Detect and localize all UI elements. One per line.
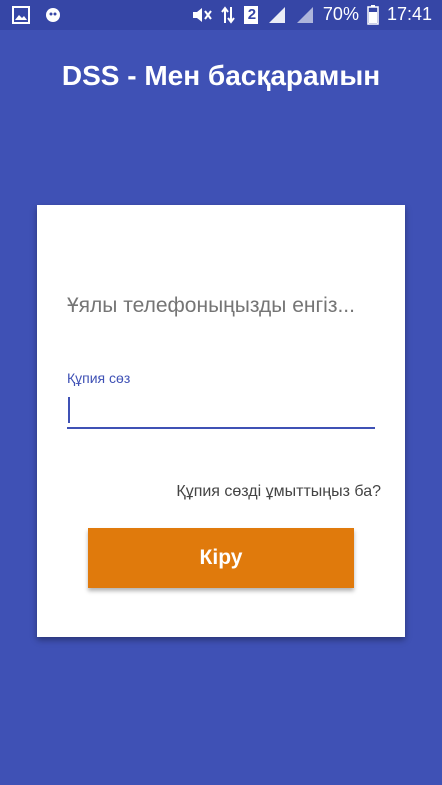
- battery-percent: 70%: [322, 4, 359, 24]
- gallery-icon: [12, 6, 30, 24]
- password-label: Құпия сөз: [67, 370, 131, 386]
- mute-icon: [191, 6, 213, 24]
- signal-icon-2: [295, 5, 315, 25]
- notification-icon: [44, 6, 64, 24]
- status-bar: 2 70% 17:41: [0, 0, 442, 30]
- sim-slot-number: 2: [247, 6, 257, 23]
- forgot-password-link[interactable]: Құпия сөзді ұмыттыңыз ба?: [176, 483, 381, 501]
- text-cursor: [68, 397, 70, 423]
- battery-icon: [367, 4, 379, 25]
- app-title: DSS - Мен басқарамын: [61, 60, 381, 91]
- login-button[interactable]: Кіру: [88, 528, 354, 588]
- phone-input[interactable]: [67, 291, 382, 321]
- signal-icon: [267, 5, 287, 25]
- password-field[interactable]: [67, 395, 375, 429]
- login-card: Құпия сөз Құпия сөзді ұмыттыңыз ба? Кіру: [37, 205, 405, 637]
- clock: 17:41: [386, 4, 432, 24]
- data-arrows-icon: [221, 5, 235, 25]
